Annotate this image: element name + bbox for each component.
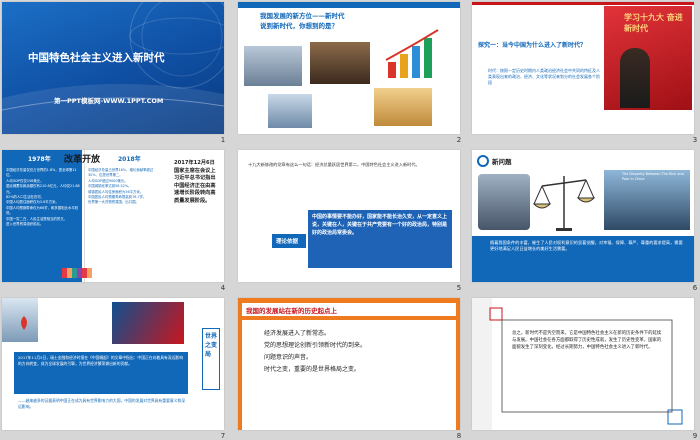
slide-title: 我国的发展站在新的历史起点上 bbox=[246, 307, 337, 315]
top-line bbox=[472, 2, 694, 5]
theory-label: 理论依据 bbox=[276, 239, 299, 245]
left-list: 中国经济总量仅仅占世界的1.8%，居全球第11位。 人均GDP仅仅156美元。 … bbox=[6, 168, 80, 227]
slide-number: 2 bbox=[456, 136, 462, 144]
side-text: 2017年12月6日国家主席在会议上习近平总书记指出中国经济正在由高速增长阶段转… bbox=[174, 160, 216, 204]
right-list: 中国经济总量占世界16%，增长贡献率超过30%，位居世界第二。 人均GDP超过9… bbox=[88, 168, 162, 206]
slide-thumbnail-5[interactable]: 十九大新修改的党章有这么一句话：经济总量跃居世界第二，中国特色社会主义进入新时代… bbox=[238, 150, 460, 282]
slide-title: 中国特色社会主义进入新时代 bbox=[28, 52, 165, 64]
definition-text: 时代：按照一定历史时期内人类政治经济社会中共同的特征及人类表现出来的政治、经济、… bbox=[488, 68, 600, 85]
portrait-photo bbox=[620, 48, 650, 108]
article-text-2: ——越来越多的证据表明中国正在成为具有世界影响力的大国，中国的发展对世界具有重要… bbox=[18, 398, 186, 409]
list-item: 中国人均预期寿命仅为68岁，和多国相比水平较低。 bbox=[6, 205, 79, 216]
list-item: 问题意识的声音。 bbox=[264, 354, 313, 361]
list-item: 党的思想理论创新引领新时代的到来。 bbox=[264, 342, 367, 349]
vertical-label: 世界之变局 bbox=[205, 333, 218, 358]
slide-number: 4 bbox=[220, 284, 226, 292]
quote-text: 中国的事情要不能办好，国家能不能长治久安，从一定意义上说，关键在人，关键在于共产… bbox=[312, 214, 448, 236]
slide-thumbnail-3[interactable]: 探究一：当今中国为什么进入了新时代？ 学习十九大 奋进新时代 时代：按照一定历史… bbox=[472, 2, 694, 134]
slide-number: 3 bbox=[692, 136, 698, 144]
list-item: 进入世界贸易组织前后。 bbox=[6, 222, 44, 227]
list-item: 中国经济总量仅仅占世界的1.8%，居全球第11位。 bbox=[6, 168, 77, 178]
slide-number: 9 bbox=[692, 432, 698, 440]
list-item: 居民储蓄存款余额仅有210.6亿元，人均仅21.88元。 bbox=[6, 184, 80, 194]
problem-text: 随着我国条件的丰富，催生了人民对权利意识的显著觉醒，对幸福、保障、尊严、尊重的要… bbox=[490, 240, 683, 252]
slide-number: 7 bbox=[220, 432, 226, 440]
intro-text: 十九大新修改的党章有这么一句话：经济总量跃居世界第二，中国特色社会主义进入新时代… bbox=[248, 162, 420, 167]
right-stripe bbox=[456, 320, 460, 430]
right-year: 2018年 bbox=[118, 156, 141, 163]
slide-number: 8 bbox=[456, 432, 462, 440]
bullet-lines: 经济发展进入了新常态。 党的思想理论创新引领新时代的到来。 问题意识的声音。 时… bbox=[264, 328, 444, 376]
train-photo bbox=[268, 94, 312, 128]
banner-text: 学习十九大 奋进新时代 bbox=[624, 13, 683, 33]
question-heading: 探究一：当今中国为什么进入了新时代？ bbox=[478, 42, 587, 49]
money-photo bbox=[374, 88, 432, 126]
left-stripe bbox=[238, 320, 242, 430]
decorative-shapes bbox=[472, 298, 683, 430]
disparity-caption: The Disparity Between The Rich and Poor … bbox=[622, 172, 684, 181]
ribbon-decoration bbox=[62, 268, 92, 278]
list-item: 时代之变，重要的是世界格局之变。 bbox=[264, 366, 361, 373]
slide-thumbnail-9[interactable]: 总之，新时代不是凭空而来，它是中国特色社会主义在新的历史条件下的延续与发展。中国… bbox=[472, 298, 694, 430]
slide-number: 6 bbox=[692, 284, 698, 292]
slide-thumbnail-4[interactable]: 1978年 改革开放 2018年 中国经济总量仅仅占世界的1.8%，居全球第11… bbox=[2, 150, 224, 282]
globe-graphic bbox=[2, 2, 224, 134]
summary-text: 总之，新时代不是凭空而来，它是中国特色社会主义在新的历史条件下的延续与发展。中国… bbox=[512, 331, 662, 350]
slide-thumbnail-7[interactable]: 2017年11月5日，瑞士金融和经济时报在《中国崛起》的文章中指出：中国正在向着… bbox=[2, 298, 224, 430]
slide-thumbnail-6[interactable]: 新问题 The Disparity Between The Rich and P… bbox=[472, 150, 694, 282]
list-item: 世界第一大货物贸易国、出口国。 bbox=[88, 200, 139, 205]
slide-number: 5 bbox=[456, 284, 462, 292]
slide-subtitle: 第一PPT模板网-WWW.1PPT.COM bbox=[54, 97, 164, 105]
reform-heading: 改革开放 bbox=[64, 155, 101, 165]
left-year: 1978年 bbox=[28, 156, 51, 163]
slide-number: 1 bbox=[220, 136, 226, 144]
article-text: 2017年11月5日，瑞士金融和经济时报在《中国崛起》的文章中指出：中国正在向着… bbox=[18, 355, 183, 366]
list-item: 中国经济总量占世界16%，增长贡献率超过30%，位居世界第二。 bbox=[88, 168, 154, 178]
slide-thumbnail-1[interactable]: 中国特色社会主义进入新时代 第一PPT模板网-WWW.1PPT.COM bbox=[2, 2, 224, 134]
slide-thumbnail-2[interactable]: 我国发展的新方位——新时代 说到新时代，你想到的是？ bbox=[238, 2, 460, 134]
slide-thumbnail-8[interactable]: 我国的发展站在新的历史起点上 经济发展进入了新常态。 党的思想理论创新引领新时代… bbox=[238, 298, 460, 430]
list-item: 经济发展进入了新常态。 bbox=[264, 330, 331, 337]
